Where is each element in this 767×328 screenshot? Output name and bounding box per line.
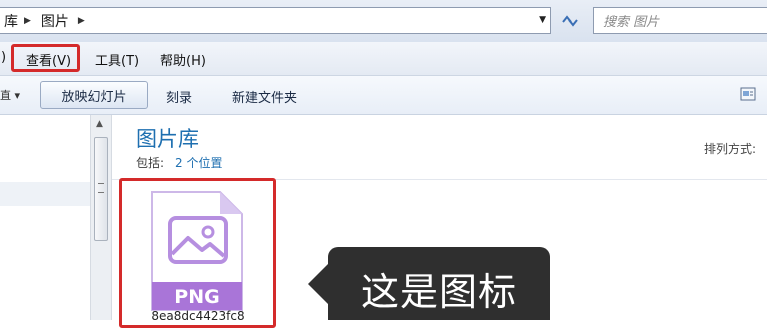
burn-button[interactable]: 刻录	[166, 87, 192, 106]
new-folder-button[interactable]: 新建文件夹	[232, 87, 297, 106]
breadcrumb-item-pictures[interactable]: 图片	[41, 11, 69, 31]
command-toolbar: 直 ▾ 放映幻灯片 刻录 新建文件夹	[0, 76, 767, 115]
arrange-by-label[interactable]: 排列方式:	[704, 140, 756, 157]
library-title: 图片库	[136, 127, 199, 151]
chevron-down-icon[interactable]: ▼	[539, 15, 546, 25]
callout-pointer	[308, 262, 330, 306]
breadcrumb-item-library[interactable]: 库	[4, 11, 18, 31]
view-options-icon[interactable]	[740, 87, 756, 101]
refresh-icon	[561, 14, 578, 27]
chevron-right-icon[interactable]: ▶	[78, 16, 85, 26]
menu-bar: ) 查看(V) 工具(T) 帮助(H)	[0, 42, 767, 76]
menu-item-help[interactable]: 帮助(H)	[160, 50, 206, 69]
slideshow-button[interactable]: 放映幻灯片	[40, 81, 148, 109]
includes-label: 包括:	[136, 156, 165, 170]
scroll-grip-icon	[98, 183, 104, 193]
locations-link[interactable]: 2 个位置	[175, 154, 222, 171]
callout-text: 这是图标	[360, 270, 517, 314]
menu-item-partial[interactable]: )	[1, 50, 6, 65]
file-name-label[interactable]: 8ea8dc4423fc8	[133, 309, 263, 323]
nav-scrollbar[interactable]: ▲	[90, 115, 112, 320]
search-input[interactable]: 搜索 图片	[593, 7, 767, 34]
annotation-callout: 这是图标	[328, 247, 550, 320]
breadcrumb[interactable]: 库 ▶ 图片 ▶ ▼	[0, 7, 551, 34]
chevron-right-icon[interactable]: ▶	[24, 16, 31, 26]
menu-item-tools[interactable]: 工具(T)	[95, 50, 139, 69]
nav-selected-row[interactable]	[0, 182, 90, 206]
navigation-pane[interactable]	[0, 115, 90, 320]
scroll-thumb[interactable]	[94, 137, 108, 241]
scroll-up-arrow-icon[interactable]: ▲	[96, 119, 103, 129]
search-placeholder: 搜索 图片	[603, 15, 660, 30]
menu-item-view[interactable]: 查看(V)	[26, 50, 71, 69]
png-file-icon[interactable]: PNG	[150, 190, 244, 312]
slideshow-label: 放映幻灯片	[61, 89, 127, 105]
file-type-label: PNG	[174, 286, 219, 308]
address-bar: 库 ▶ 图片 ▶ ▼ 搜索 图片	[0, 0, 767, 42]
refresh-button[interactable]	[556, 7, 583, 34]
toolbar-partial-label: 直	[0, 89, 11, 102]
toolbar-partial-button[interactable]: 直 ▾	[0, 87, 20, 103]
